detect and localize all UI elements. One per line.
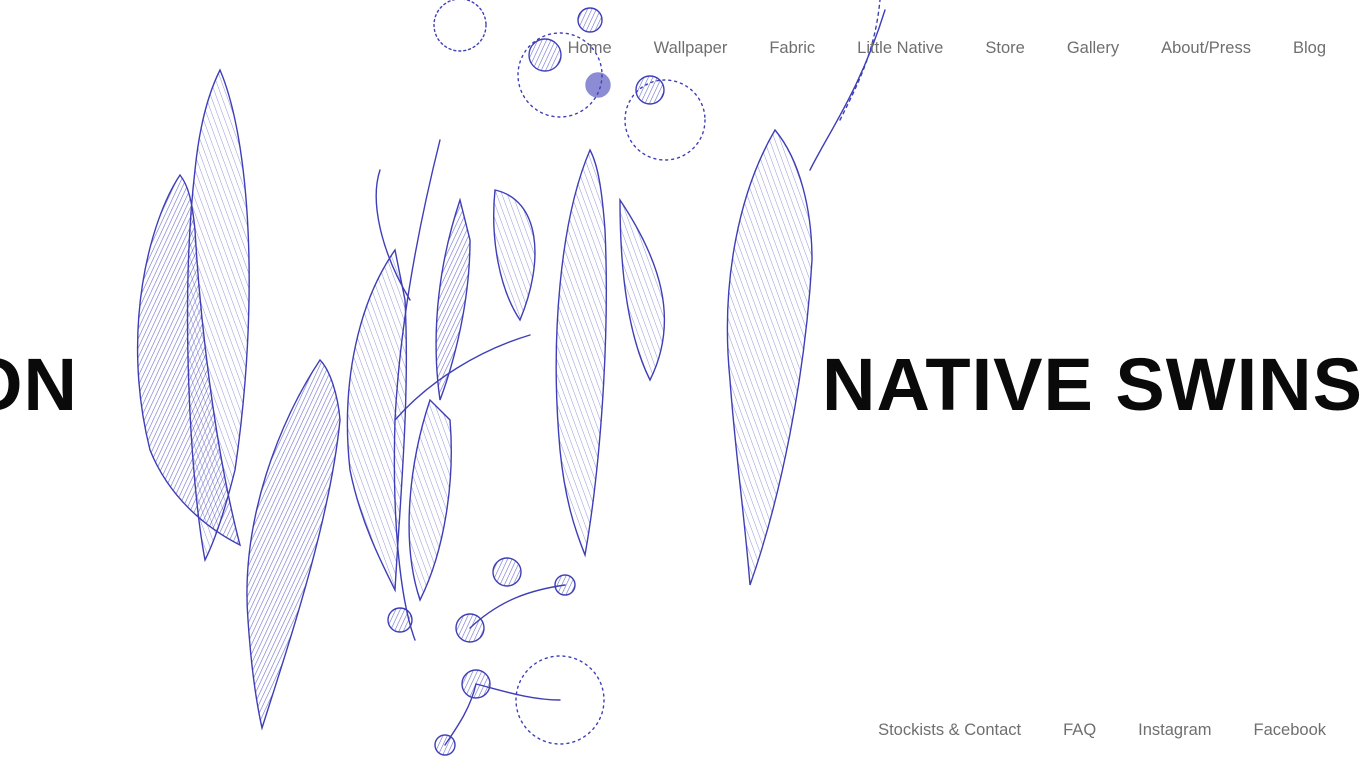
footer-facebook-link[interactable]: Facebook — [1254, 718, 1326, 742]
nav-home-link[interactable]: Home — [568, 36, 612, 60]
marquee-text-right: NATIVE SWINSO — [822, 343, 1366, 426]
nav-gallery-link[interactable]: Gallery — [1067, 36, 1119, 60]
footer-faq-link[interactable]: FAQ — [1063, 718, 1096, 742]
nav-blog-link[interactable]: Blog — [1293, 36, 1326, 60]
marquee-text-left: ON — [0, 343, 78, 426]
nav-store-link[interactable]: Store — [985, 36, 1024, 60]
nav-fabric-link[interactable]: Fabric — [769, 36, 815, 60]
footer-instagram-link[interactable]: Instagram — [1138, 718, 1211, 742]
nav-about-press-link[interactable]: About/Press — [1161, 36, 1251, 60]
nav-little-native-link[interactable]: Little Native — [857, 36, 943, 60]
footer-nav: Stockists & Contact FAQ Instagram Facebo… — [836, 718, 1326, 742]
hero-marquee: ON NATIVE SWINSO — [0, 340, 1366, 430]
main-nav: Home Wallpaper Fabric Little Native Stor… — [526, 36, 1326, 60]
nav-wallpaper-link[interactable]: Wallpaper — [654, 36, 728, 60]
footer-stockists-contact-link[interactable]: Stockists & Contact — [878, 718, 1021, 742]
